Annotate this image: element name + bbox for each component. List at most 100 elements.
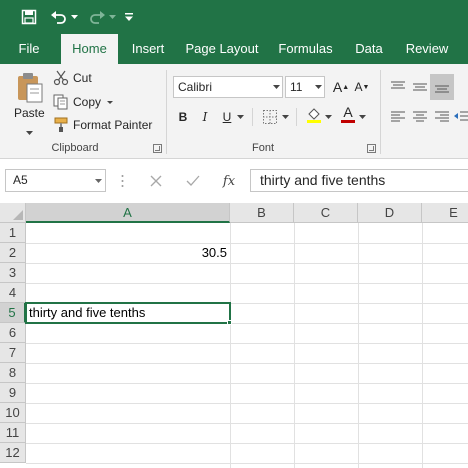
- gridline: [26, 463, 468, 464]
- font-color-dropdown-icon[interactable]: [358, 107, 366, 127]
- font-size-value: 11: [290, 80, 303, 94]
- row-header-2[interactable]: 2: [0, 243, 26, 263]
- fill-color-icon[interactable]: [305, 105, 323, 125]
- font-color-swatch: [341, 120, 355, 123]
- row-header-6[interactable]: 6: [0, 323, 26, 343]
- title-bar: [0, 0, 468, 34]
- gridline: [26, 363, 468, 364]
- row-header-1[interactable]: 1: [0, 223, 26, 243]
- column-header-b[interactable]: B: [230, 203, 294, 223]
- decrease-indent-icon[interactable]: [454, 107, 468, 127]
- grow-font-button[interactable]: A ▲: [332, 77, 350, 97]
- insert-function-button[interactable]: fx: [219, 171, 239, 191]
- scissors-icon: [53, 70, 69, 86]
- group-divider: [380, 70, 381, 154]
- borders-dropdown-icon[interactable]: [281, 107, 289, 127]
- italic-button[interactable]: I: [196, 107, 214, 127]
- undo-icon[interactable]: [48, 6, 70, 28]
- font-divider: [252, 108, 253, 126]
- align-middle-icon[interactable]: [411, 77, 429, 97]
- tab-review[interactable]: Review: [400, 34, 454, 64]
- gridline: [26, 283, 468, 284]
- gridline: [26, 263, 468, 264]
- align-left-icon[interactable]: [389, 107, 407, 127]
- formula-bar: A5 fx thirty and five tenths: [0, 159, 468, 203]
- redo-dropdown-icon[interactable]: [108, 6, 116, 28]
- format-painter-label: Format Painter: [73, 118, 153, 132]
- formula-input[interactable]: thirty and five tenths: [250, 169, 468, 192]
- row-header-10[interactable]: 10: [0, 403, 26, 423]
- cut-button[interactable]: Cut: [53, 68, 92, 88]
- tab-home[interactable]: Home: [61, 34, 118, 64]
- shrink-font-button[interactable]: A ▼: [353, 77, 371, 97]
- font-name-combobox[interactable]: Calibri: [173, 76, 283, 98]
- font-size-combobox[interactable]: 11: [285, 76, 325, 98]
- row-header-9[interactable]: 9: [0, 383, 26, 403]
- gridline: [294, 223, 295, 468]
- align-top-icon[interactable]: [389, 77, 407, 97]
- font-color-label: A: [343, 104, 353, 120]
- copy-button[interactable]: Copy: [53, 92, 114, 112]
- tab-insert[interactable]: Insert: [124, 34, 172, 64]
- clipboard-dialog-launcher-icon[interactable]: [153, 144, 162, 153]
- copy-dropdown-icon[interactable]: [107, 100, 114, 104]
- formula-bar-splitter[interactable]: [121, 174, 124, 188]
- borders-icon[interactable]: [261, 107, 279, 127]
- copy-label: Copy: [73, 95, 102, 109]
- select-all-button[interactable]: [0, 203, 26, 223]
- gridline: [26, 443, 468, 444]
- name-box-dropdown-icon[interactable]: [95, 170, 102, 191]
- tab-data[interactable]: Data: [349, 34, 389, 64]
- paste-button[interactable]: Paste: [10, 70, 50, 135]
- tab-formulas[interactable]: Formulas: [274, 34, 337, 64]
- column-header-d[interactable]: D: [358, 203, 422, 223]
- row-header-7[interactable]: 7: [0, 343, 26, 363]
- align-center-icon[interactable]: [411, 107, 429, 127]
- row-header-12[interactable]: 12: [0, 443, 26, 463]
- underline-button[interactable]: U: [218, 107, 236, 127]
- customize-qat-icon[interactable]: [123, 6, 135, 28]
- tab-page-layout[interactable]: Page Layout: [183, 34, 261, 64]
- font-divider: [296, 108, 297, 126]
- cancel-icon[interactable]: [146, 171, 166, 191]
- font-size-dropdown-icon[interactable]: [312, 77, 324, 97]
- paste-dropdown-icon: [26, 124, 33, 138]
- cut-label: Cut: [73, 71, 92, 85]
- gridline: [358, 223, 359, 468]
- paste-icon: [16, 72, 44, 107]
- row-header-4[interactable]: 4: [0, 283, 26, 303]
- column-header-c[interactable]: C: [294, 203, 358, 223]
- name-box[interactable]: A5: [5, 169, 106, 192]
- redo-icon[interactable]: [86, 6, 108, 28]
- cell-a2[interactable]: 30.5: [26, 243, 230, 263]
- row-header-8[interactable]: 8: [0, 363, 26, 383]
- enter-check-icon[interactable]: [183, 171, 203, 191]
- font-color-button[interactable]: A: [339, 104, 357, 124]
- save-icon[interactable]: [18, 6, 40, 28]
- fill-color-dropdown-icon[interactable]: [324, 107, 332, 127]
- underline-dropdown-icon[interactable]: [236, 107, 244, 127]
- font-dialog-launcher-icon[interactable]: [367, 144, 376, 153]
- row-header-3[interactable]: 3: [0, 263, 26, 283]
- tab-file[interactable]: File: [8, 34, 50, 64]
- gridline: [26, 403, 468, 404]
- bold-button[interactable]: B: [174, 107, 192, 127]
- clipboard-group-label: Clipboard: [51, 142, 99, 154]
- font-name-dropdown-icon[interactable]: [270, 77, 282, 97]
- group-divider: [166, 70, 167, 154]
- undo-dropdown-icon[interactable]: [70, 6, 78, 28]
- column-header-e[interactable]: E: [422, 203, 468, 223]
- row-header-11[interactable]: 11: [0, 423, 26, 443]
- align-bottom-icon[interactable]: [430, 74, 454, 100]
- name-box-value: A5: [13, 173, 28, 187]
- format-painter-button[interactable]: Format Painter: [53, 115, 152, 135]
- ribbon-tabs: File Home Insert Page Layout Formulas Da…: [0, 34, 468, 64]
- align-right-icon[interactable]: [433, 107, 451, 127]
- active-cell-border: [25, 302, 231, 324]
- copy-icon: [53, 94, 69, 110]
- column-header-a[interactable]: A: [26, 203, 230, 223]
- shrink-font-label: A: [354, 80, 363, 94]
- row-header-5[interactable]: 5: [0, 303, 26, 323]
- fill-handle[interactable]: [227, 320, 232, 325]
- font-group-label: Font: [251, 142, 274, 154]
